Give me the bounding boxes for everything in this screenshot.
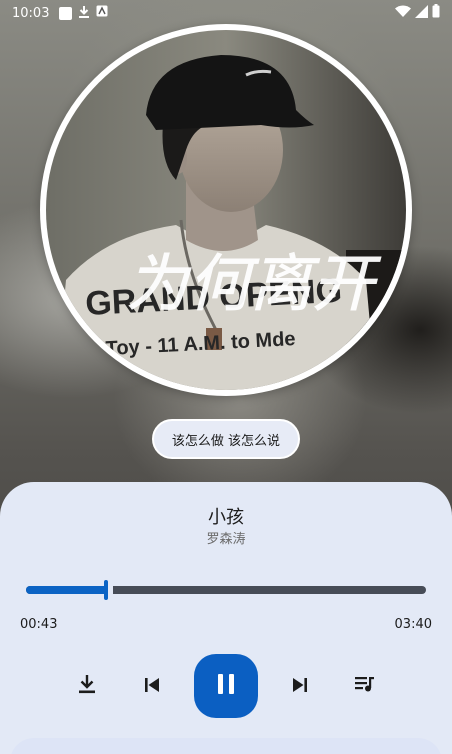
status-bar: 10:03 (0, 0, 452, 26)
wifi-icon (395, 5, 411, 22)
download-status-icon (78, 5, 90, 22)
total-time: 03:40 (394, 617, 432, 632)
playlist-button[interactable] (351, 672, 379, 700)
current-time: 00:43 (20, 617, 58, 632)
progress-thumb[interactable] (104, 580, 108, 600)
album-art-disc[interactable]: GRAND OPENG Toy - 11 A.M. to Mde 为何离开 (40, 24, 412, 396)
album-art: GRAND OPENG Toy - 11 A.M. to Mde 为何离开 (46, 30, 406, 390)
progress-slider[interactable] (26, 580, 426, 600)
current-lyric-text: 该怎么做 该怎么说 (171, 433, 281, 449)
mini-panel-peek[interactable] (10, 738, 442, 754)
album-calligraphy-title: 为何离开 (126, 247, 381, 320)
skip-previous-icon (145, 677, 159, 696)
app-status-icon (96, 5, 108, 21)
battery-icon (432, 4, 440, 22)
pause-icon (217, 674, 235, 698)
next-button[interactable] (286, 672, 314, 700)
notification-square-icon (59, 6, 73, 20)
skip-next-icon (293, 677, 307, 696)
play-pause-button[interactable] (194, 654, 258, 718)
queue-music-icon (355, 676, 375, 696)
previous-button[interactable] (138, 672, 166, 700)
progress-gap (108, 586, 113, 594)
artist-name: 罗森涛 (206, 532, 246, 547)
progress-fill (26, 586, 106, 594)
download-icon (78, 674, 96, 698)
signal-icon (415, 4, 428, 22)
song-title: 小孩 (208, 507, 244, 528)
download-button[interactable] (73, 672, 101, 700)
current-lyric-pill[interactable]: 该怎么做 该怎么说 (152, 419, 300, 459)
status-time: 10:03 (12, 5, 50, 21)
